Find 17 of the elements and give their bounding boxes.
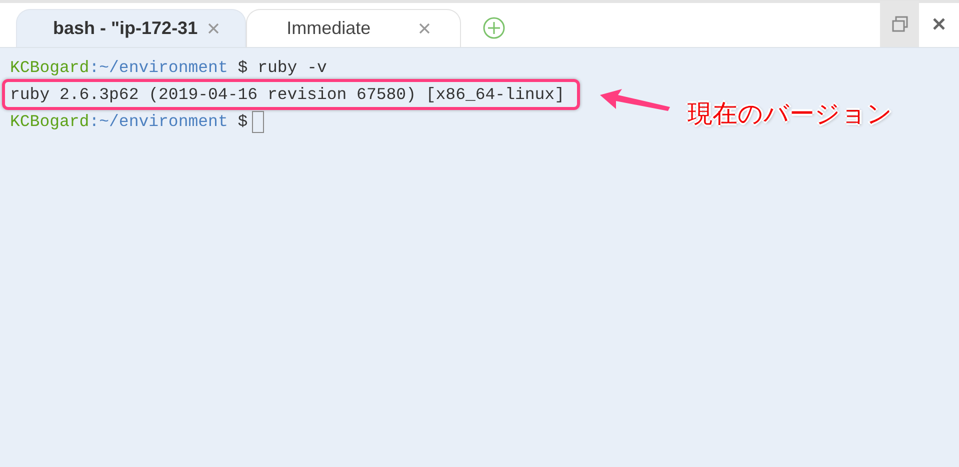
prompt-symbol: $ xyxy=(238,58,248,77)
prompt-symbol: $ xyxy=(238,112,248,131)
close-icon[interactable] xyxy=(208,23,219,34)
add-icon[interactable] xyxy=(482,17,505,39)
prompt-path: :~/environment xyxy=(89,112,228,131)
prompt-user: KCBogard xyxy=(10,58,90,77)
tab[interactable]: Immediate xyxy=(246,9,461,47)
restore-button[interactable] xyxy=(880,1,919,47)
restore-icon xyxy=(892,16,908,32)
prompt-path: :~/environment xyxy=(89,58,228,77)
close-icon[interactable] xyxy=(418,23,430,34)
command-text: ruby -v xyxy=(258,58,327,77)
prompt-user: KCBogard xyxy=(10,112,90,131)
text-cursor xyxy=(252,110,264,133)
tab[interactable]: bash - "ip-172-31 xyxy=(16,9,246,47)
annotation-label: 現在のバージョン xyxy=(688,99,892,129)
close-icon xyxy=(933,18,945,30)
